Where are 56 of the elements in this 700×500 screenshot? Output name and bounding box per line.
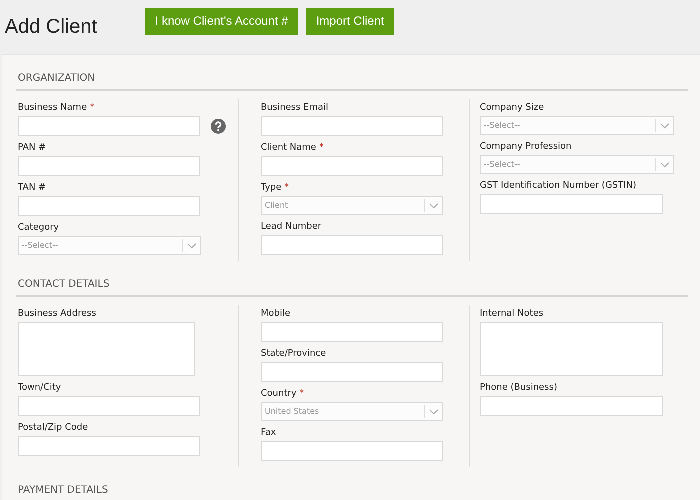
section-heading: ORGANIZATION [16, 69, 688, 91]
required-asterisk: * [284, 182, 290, 192]
field-label: GST Identification Number (GSTIN) [480, 180, 637, 190]
text-field[interactable] [18, 156, 200, 176]
field-label: Internal Notes [480, 308, 544, 318]
field-label: Client Name [261, 142, 316, 152]
section-heading: PAYMENT DETAILS [16, 481, 688, 500]
required-asterisk: * [90, 102, 95, 112]
text-field[interactable] [480, 194, 663, 214]
field-label: Postal/Zip Code [18, 422, 88, 432]
field-label: Type [261, 182, 282, 192]
text-field[interactable] [261, 322, 443, 342]
field-label: PAN # [18, 142, 46, 152]
text-field[interactable] [480, 396, 663, 416]
chevron-down-icon [429, 408, 439, 414]
chevron-down-icon [660, 122, 670, 128]
field-label: Company Size [480, 102, 544, 112]
chevron-down-icon [429, 202, 439, 208]
field-label: Fax [261, 428, 276, 438]
text-field[interactable] [261, 235, 443, 255]
field-label: Business Name [18, 102, 88, 112]
field-label: Mobile [261, 308, 291, 318]
select-dropdown[interactable]: --Select-- [480, 116, 674, 135]
field-label: Phone (Business) [480, 382, 558, 392]
select-dropdown[interactable]: United States [261, 402, 443, 421]
text-field[interactable] [261, 362, 443, 382]
section-heading: CONTACT DETAILS [16, 275, 688, 297]
action-button[interactable]: Import Client [306, 8, 394, 34]
field-label: Company Profession [480, 142, 572, 152]
text-field[interactable] [261, 116, 443, 136]
field-label: State/Province [261, 348, 326, 358]
chevron-down-icon [660, 162, 670, 168]
select-dropdown[interactable]: --Select-- [480, 155, 674, 174]
field-label: Town/City [18, 382, 62, 392]
text-field[interactable] [18, 396, 200, 416]
field-label: Business Email [261, 102, 329, 112]
text-field[interactable] [18, 436, 200, 456]
field-label: Business Address [18, 308, 96, 318]
chevron-down-icon [187, 242, 197, 248]
required-asterisk: * [300, 388, 304, 398]
field-label: TAN # [18, 182, 46, 192]
required-asterisk: * [319, 142, 324, 152]
text-field[interactable] [261, 156, 443, 176]
select-dropdown[interactable]: --Select-- [18, 236, 201, 255]
page-title: Add Client [5, 16, 98, 38]
text-field[interactable] [18, 196, 200, 216]
text-field[interactable] [261, 441, 443, 461]
field-label: Country [261, 388, 297, 398]
action-button[interactable]: I know Client's Account # [145, 8, 298, 34]
text-area[interactable] [18, 322, 195, 376]
field-label: Category [18, 222, 60, 232]
field-label: Lead Number [261, 222, 322, 232]
text-field[interactable] [18, 116, 200, 136]
select-dropdown[interactable]: Client [261, 196, 443, 215]
text-area[interactable] [480, 322, 663, 376]
help-icon[interactable] [211, 118, 226, 134]
